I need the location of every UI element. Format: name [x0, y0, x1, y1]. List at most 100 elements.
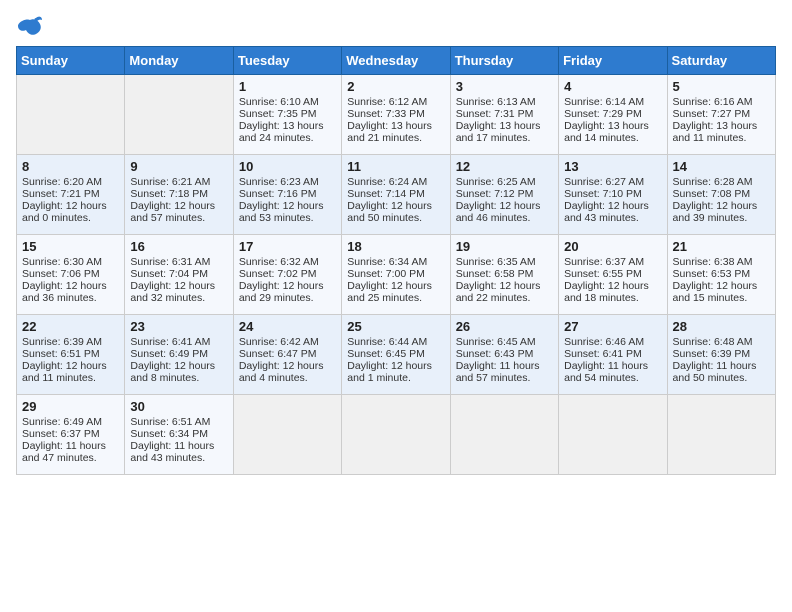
sunset-text: Sunset: 6:58 PM	[456, 268, 534, 280]
day-number: 25	[347, 319, 444, 334]
daylight-text: Daylight: 12 hours and 25 minutes.	[347, 280, 432, 304]
calendar-cell: 4Sunrise: 6:14 AMSunset: 7:29 PMDaylight…	[559, 75, 667, 155]
daylight-text: Daylight: 11 hours and 50 minutes.	[673, 360, 757, 384]
sunrise-text: Sunrise: 6:37 AM	[564, 256, 644, 268]
day-number: 24	[239, 319, 336, 334]
sunrise-text: Sunrise: 6:28 AM	[673, 176, 753, 188]
sunset-text: Sunset: 7:10 PM	[564, 188, 642, 200]
sunset-text: Sunset: 6:49 PM	[130, 348, 208, 360]
sunset-text: Sunset: 6:37 PM	[22, 428, 100, 440]
sunset-text: Sunset: 7:16 PM	[239, 188, 317, 200]
sunset-text: Sunset: 6:43 PM	[456, 348, 534, 360]
sunrise-text: Sunrise: 6:14 AM	[564, 96, 644, 108]
day-number: 2	[347, 79, 444, 94]
sunrise-text: Sunrise: 6:41 AM	[130, 336, 210, 348]
header-cell-tuesday: Tuesday	[233, 47, 341, 75]
header-cell-wednesday: Wednesday	[342, 47, 450, 75]
sunset-text: Sunset: 6:34 PM	[130, 428, 208, 440]
sunrise-text: Sunrise: 6:20 AM	[22, 176, 102, 188]
sunrise-text: Sunrise: 6:32 AM	[239, 256, 319, 268]
sunset-text: Sunset: 7:00 PM	[347, 268, 425, 280]
sunrise-text: Sunrise: 6:45 AM	[456, 336, 536, 348]
sunrise-text: Sunrise: 6:21 AM	[130, 176, 210, 188]
sunset-text: Sunset: 7:21 PM	[22, 188, 100, 200]
sunset-text: Sunset: 6:53 PM	[673, 268, 751, 280]
calendar-cell: 9Sunrise: 6:21 AMSunset: 7:18 PMDaylight…	[125, 155, 233, 235]
sunset-text: Sunset: 7:12 PM	[456, 188, 534, 200]
daylight-text: Daylight: 13 hours and 17 minutes.	[456, 120, 541, 144]
day-number: 10	[239, 159, 336, 174]
sunset-text: Sunset: 7:27 PM	[673, 108, 751, 120]
calendar-cell: 14Sunrise: 6:28 AMSunset: 7:08 PMDayligh…	[667, 155, 775, 235]
calendar-cell: 19Sunrise: 6:35 AMSunset: 6:58 PMDayligh…	[450, 235, 558, 315]
day-number: 12	[456, 159, 553, 174]
calendar-cell	[667, 395, 775, 475]
calendar-cell: 23 Sunrise: 6:41 AMSunset: 6:49 PMDayligh…	[125, 315, 233, 395]
daylight-text: Daylight: 12 hours and 8 minutes.	[130, 360, 215, 384]
sunrise-text: Sunrise: 6:25 AM	[456, 176, 536, 188]
day-number: 5	[673, 79, 770, 94]
calendar-cell: 16Sunrise: 6:31 AMSunset: 7:04 PMDayligh…	[125, 235, 233, 315]
day-number: 21	[673, 239, 770, 254]
calendar-table: SundayMondayTuesdayWednesdayThursdayFrid…	[16, 46, 776, 475]
logo-bird-icon	[16, 16, 44, 38]
calendar-cell: 3Sunrise: 6:13 AMSunset: 7:31 PMDaylight…	[450, 75, 558, 155]
calendar-cell: 25Sunrise: 6:44 AMSunset: 6:45 PMDayligh…	[342, 315, 450, 395]
calendar-cell: 29Sunrise: 6:49 AMSunset: 6:37 PMDayligh…	[17, 395, 125, 475]
calendar-cell: 2Sunrise: 6:12 AMSunset: 7:33 PMDaylight…	[342, 75, 450, 155]
day-number: 17	[239, 239, 336, 254]
calendar-cell	[342, 395, 450, 475]
sunrise-text: Sunrise: 6:31 AM	[130, 256, 210, 268]
daylight-text: Daylight: 12 hours and 43 minutes.	[564, 200, 649, 224]
daylight-text: Daylight: 12 hours and 1 minute.	[347, 360, 432, 384]
day-number: 30	[130, 399, 227, 414]
day-number: 26	[456, 319, 553, 334]
sunset-text: Sunset: 7:31 PM	[456, 108, 534, 120]
day-number: 1	[239, 79, 336, 94]
calendar-cell	[125, 75, 233, 155]
calendar-body: 1Sunrise: 6:10 AMSunset: 7:35 PMDaylight…	[17, 75, 776, 475]
daylight-text: Daylight: 13 hours and 11 minutes.	[673, 120, 758, 144]
daylight-text: Daylight: 11 hours and 57 minutes.	[456, 360, 540, 384]
sunset-text: Sunset: 6:41 PM	[564, 348, 642, 360]
header-cell-thursday: Thursday	[450, 47, 558, 75]
header-cell-sunday: Sunday	[17, 47, 125, 75]
daylight-text: Daylight: 12 hours and 22 minutes.	[456, 280, 541, 304]
day-number: 23	[130, 319, 227, 334]
calendar-cell: 5Sunrise: 6:16 AMSunset: 7:27 PMDaylight…	[667, 75, 775, 155]
day-number: 3	[456, 79, 553, 94]
day-number: 8	[22, 159, 119, 174]
header-cell-friday: Friday	[559, 47, 667, 75]
day-number: 22	[22, 319, 119, 334]
day-number: 11	[347, 159, 444, 174]
sunset-text: Sunset: 7:06 PM	[22, 268, 100, 280]
logo	[16, 16, 48, 38]
daylight-text: Daylight: 12 hours and 46 minutes.	[456, 200, 541, 224]
calendar-cell	[17, 75, 125, 155]
sunset-text: Sunset: 7:04 PM	[130, 268, 208, 280]
daylight-text: Daylight: 11 hours and 47 minutes.	[22, 440, 106, 464]
calendar-cell: 20Sunrise: 6:37 AMSunset: 6:55 PMDayligh…	[559, 235, 667, 315]
page-header	[16, 16, 776, 38]
calendar-week-row: 1Sunrise: 6:10 AMSunset: 7:35 PMDaylight…	[17, 75, 776, 155]
calendar-cell: 24Sunrise: 6:42 AMSunset: 6:47 PMDayligh…	[233, 315, 341, 395]
calendar-week-row: 22Sunrise: 6:39 AMSunset: 6:51 PMDayligh…	[17, 315, 776, 395]
daylight-text: Daylight: 12 hours and 50 minutes.	[347, 200, 432, 224]
header-cell-monday: Monday	[125, 47, 233, 75]
daylight-text: Daylight: 12 hours and 0 minutes.	[22, 200, 107, 224]
calendar-cell: 12 Sunrise: 6:25 AMSunset: 7:12 PMDayligh…	[450, 155, 558, 235]
day-number: 15	[22, 239, 119, 254]
calendar-cell: 22Sunrise: 6:39 AMSunset: 6:51 PMDayligh…	[17, 315, 125, 395]
daylight-text: Daylight: 11 hours and 43 minutes.	[130, 440, 214, 464]
calendar-cell: 27Sunrise: 6:46 AMSunset: 6:41 PMDayligh…	[559, 315, 667, 395]
daylight-text: Daylight: 13 hours and 21 minutes.	[347, 120, 432, 144]
calendar-cell: 30Sunrise: 6:51 AMSunset: 6:34 PMDayligh…	[125, 395, 233, 475]
calendar-week-row: 8Sunrise: 6:20 AMSunset: 7:21 PMDaylight…	[17, 155, 776, 235]
sunrise-text: Sunrise: 6:46 AM	[564, 336, 644, 348]
sunrise-text: Sunrise: 6:34 AM	[347, 256, 427, 268]
calendar-cell: 28Sunrise: 6:48 AMSunset: 6:39 PMDayligh…	[667, 315, 775, 395]
sunrise-text: Sunrise: 6:30 AM	[22, 256, 102, 268]
sunrise-text: Sunrise: 6:27 AM	[564, 176, 644, 188]
calendar-cell	[450, 395, 558, 475]
sunrise-text: Sunrise: 6:35 AM	[456, 256, 536, 268]
